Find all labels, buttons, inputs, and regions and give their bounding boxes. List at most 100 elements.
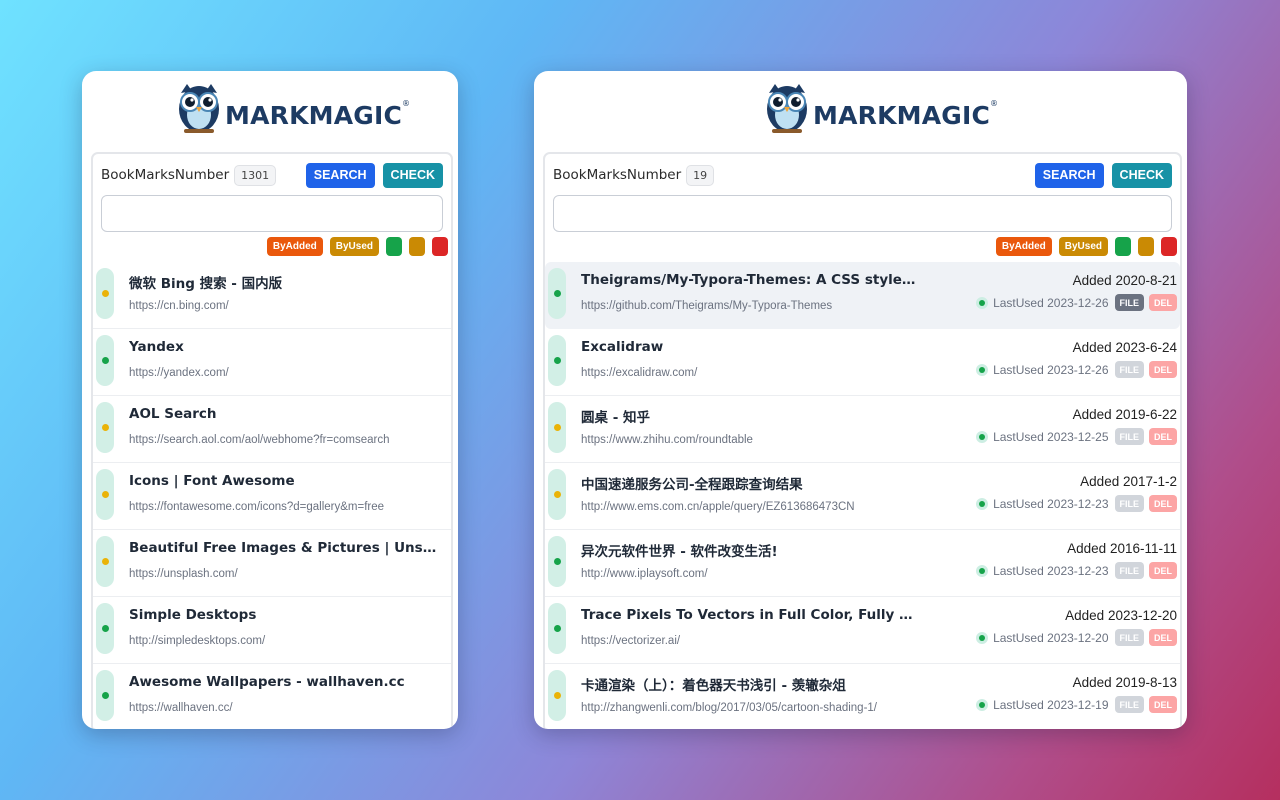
bookmark-url: https://cn.bing.com/ xyxy=(129,300,229,312)
bookmark-title[interactable]: AOL Search xyxy=(129,406,441,422)
status-dot-yellow xyxy=(554,491,561,498)
search-button[interactable]: SEARCH xyxy=(1034,162,1104,188)
filter-red-button[interactable] xyxy=(1161,236,1177,256)
last-used-status-icon xyxy=(976,296,989,309)
status-dot-yellow xyxy=(102,491,109,498)
file-button[interactable]: FILE xyxy=(1114,629,1144,646)
status-indicator xyxy=(548,536,566,587)
sort-by-used-button[interactable]: ByUsed xyxy=(1058,236,1108,256)
status-indicator xyxy=(96,268,114,319)
bookmark-url: https://github.com/Theigrams/My-Typora-T… xyxy=(581,300,833,312)
file-button[interactable]: FILE xyxy=(1114,495,1144,512)
status-indicator xyxy=(548,402,566,453)
status-indicator xyxy=(96,536,114,587)
status-indicator xyxy=(548,268,566,319)
bookmark-item[interactable]: 异次元软件世界 - 软件改变生活! http://www.iplaysoft.c… xyxy=(545,530,1180,597)
bookmark-title[interactable]: Theigrams/My-Typora-Themes: A CSS style … xyxy=(581,272,917,288)
sort-filter-row: ByAdded ByUsed xyxy=(266,236,448,256)
toolbar: BookMarksNumber 1301 SEARCH CHECK xyxy=(101,162,443,188)
search-input[interactable] xyxy=(553,195,1172,232)
last-used-date: LastUsed 2023-12-25 xyxy=(993,429,1109,444)
item-meta: LastUsed 2023-12-26 FILE DEL xyxy=(976,361,1177,378)
filter-red-button[interactable] xyxy=(432,236,448,256)
status-dot-yellow xyxy=(102,290,109,297)
last-used-date: LastUsed 2023-12-23 xyxy=(993,563,1109,578)
file-button[interactable]: FILE xyxy=(1114,428,1144,445)
bookmark-title[interactable]: Trace Pixels To Vectors in Full Color, F… xyxy=(581,607,917,623)
bookmark-url: https://unsplash.com/ xyxy=(129,568,238,580)
status-indicator xyxy=(96,670,114,721)
bookmark-list: Theigrams/My-Typora-Themes: A CSS style … xyxy=(545,262,1180,729)
filter-green-button[interactable] xyxy=(1115,236,1131,256)
search-button[interactable]: SEARCH xyxy=(305,162,375,188)
status-indicator xyxy=(548,670,566,721)
bookmark-item[interactable]: Beautiful Free Images & Pictures | Unspl… xyxy=(93,530,451,597)
last-used-status-icon xyxy=(976,564,989,577)
delete-button[interactable]: DEL xyxy=(1149,495,1177,512)
sort-by-added-button[interactable]: ByAdded xyxy=(995,236,1052,256)
bookmark-url: https://excalidraw.com/ xyxy=(581,367,698,379)
file-button[interactable]: FILE xyxy=(1114,562,1144,579)
file-button[interactable]: FILE xyxy=(1114,294,1144,311)
check-button[interactable]: CHECK xyxy=(1111,162,1172,188)
item-meta: LastUsed 2023-12-25 FILE DEL xyxy=(976,428,1177,445)
bookmark-title[interactable]: Excalidraw xyxy=(581,339,917,355)
bookmark-item[interactable]: Icons | Font Awesome https://fontawesome… xyxy=(93,463,451,530)
bookmark-url: http://simpledesktops.com/ xyxy=(129,635,266,647)
file-button[interactable]: FILE xyxy=(1114,361,1144,378)
last-used-date: LastUsed 2023-12-26 xyxy=(993,295,1109,310)
filter-green-button[interactable] xyxy=(386,236,402,256)
status-indicator xyxy=(548,603,566,654)
markmagic-logo: MARKMAGIC® xyxy=(763,80,998,136)
bookmark-item[interactable]: 中国速递服务公司-全程跟踪查询结果 http://www.ems.com.cn/… xyxy=(545,463,1180,530)
status-dot-green xyxy=(102,625,109,632)
filter-yellow-button[interactable] xyxy=(1138,236,1154,256)
delete-button[interactable]: DEL xyxy=(1149,361,1177,378)
sort-filter-row: ByAdded ByUsed xyxy=(995,236,1177,256)
bookmark-title[interactable]: Yandex xyxy=(129,339,441,355)
filter-yellow-button[interactable] xyxy=(409,236,425,256)
sort-by-used-button[interactable]: ByUsed xyxy=(329,236,379,256)
bookmark-title[interactable]: Beautiful Free Images & Pictures | Unspl… xyxy=(129,540,441,556)
search-input[interactable] xyxy=(101,195,443,232)
bookmark-title[interactable]: Icons | Font Awesome xyxy=(129,473,441,489)
bookmark-url: https://www.zhihu.com/roundtable xyxy=(581,434,753,446)
delete-button[interactable]: DEL xyxy=(1149,562,1177,579)
delete-button[interactable]: DEL xyxy=(1149,696,1177,713)
bookmark-item[interactable]: AOL Search https://search.aol.com/aol/we… xyxy=(93,396,451,463)
bookmark-title[interactable]: 卡通渲染（上）：着色器天书浅引 - 羡辙杂俎 xyxy=(581,674,917,694)
added-date: Added 2017-1-2 xyxy=(1080,474,1177,489)
check-button[interactable]: CHECK xyxy=(382,162,443,188)
delete-button[interactable]: DEL xyxy=(1149,294,1177,311)
added-date: Added 2019-6-22 xyxy=(1072,407,1177,422)
bookmark-title[interactable]: 中国速递服务公司-全程跟踪查询结果 xyxy=(581,473,917,493)
status-dot-yellow xyxy=(102,424,109,431)
added-date: Added 2023-6-24 xyxy=(1072,340,1177,355)
bookmark-item[interactable]: Trace Pixels To Vectors in Full Color, F… xyxy=(545,597,1180,664)
bookmark-item[interactable]: Awesome Wallpapers - wallhaven.cc https:… xyxy=(93,664,451,729)
bookmark-title[interactable]: 异次元软件世界 - 软件改变生活! xyxy=(581,540,917,560)
bookmarks-count-badge: 19 xyxy=(686,164,715,186)
bookmark-item[interactable]: 圆桌 - 知乎 https://www.zhihu.com/roundtable… xyxy=(545,396,1180,463)
bookmark-title[interactable]: Simple Desktops xyxy=(129,607,441,623)
status-dot-green xyxy=(102,357,109,364)
bookmark-item[interactable]: 微软 Bing 搜索 - 国内版 https://cn.bing.com/ xyxy=(93,262,451,329)
bookmark-title[interactable]: 微软 Bing 搜索 - 国内版 xyxy=(129,272,441,292)
bookmark-item[interactable]: 卡通渲染（上）：着色器天书浅引 - 羡辙杂俎 http://zhangwenli… xyxy=(545,664,1180,729)
bookmark-item[interactable]: Excalidraw https://excalidraw.com/ Added… xyxy=(545,329,1180,396)
bookmark-title[interactable]: Awesome Wallpapers - wallhaven.cc xyxy=(129,674,441,690)
bookmark-item[interactable]: Simple Desktops http://simpledesktops.co… xyxy=(93,597,451,664)
bookmark-item[interactable]: Theigrams/My-Typora-Themes: A CSS style … xyxy=(545,262,1180,329)
markmagic-logo: MARKMAGIC® xyxy=(175,80,410,136)
last-used-date: LastUsed 2023-12-23 xyxy=(993,496,1109,511)
last-used-date: LastUsed 2023-12-26 xyxy=(993,362,1109,377)
file-button[interactable]: FILE xyxy=(1114,696,1144,713)
delete-button[interactable]: DEL xyxy=(1149,629,1177,646)
item-meta: LastUsed 2023-12-26 FILE DEL xyxy=(976,294,1177,311)
bookmark-title[interactable]: 圆桌 - 知乎 xyxy=(581,406,917,426)
status-dot-green xyxy=(554,290,561,297)
delete-button[interactable]: DEL xyxy=(1149,428,1177,445)
bookmark-container: BookMarksNumber 1301 SEARCH CHECK ByAdde… xyxy=(91,152,453,729)
sort-by-added-button[interactable]: ByAdded xyxy=(266,236,323,256)
bookmark-item[interactable]: Yandex https://yandex.com/ xyxy=(93,329,451,396)
